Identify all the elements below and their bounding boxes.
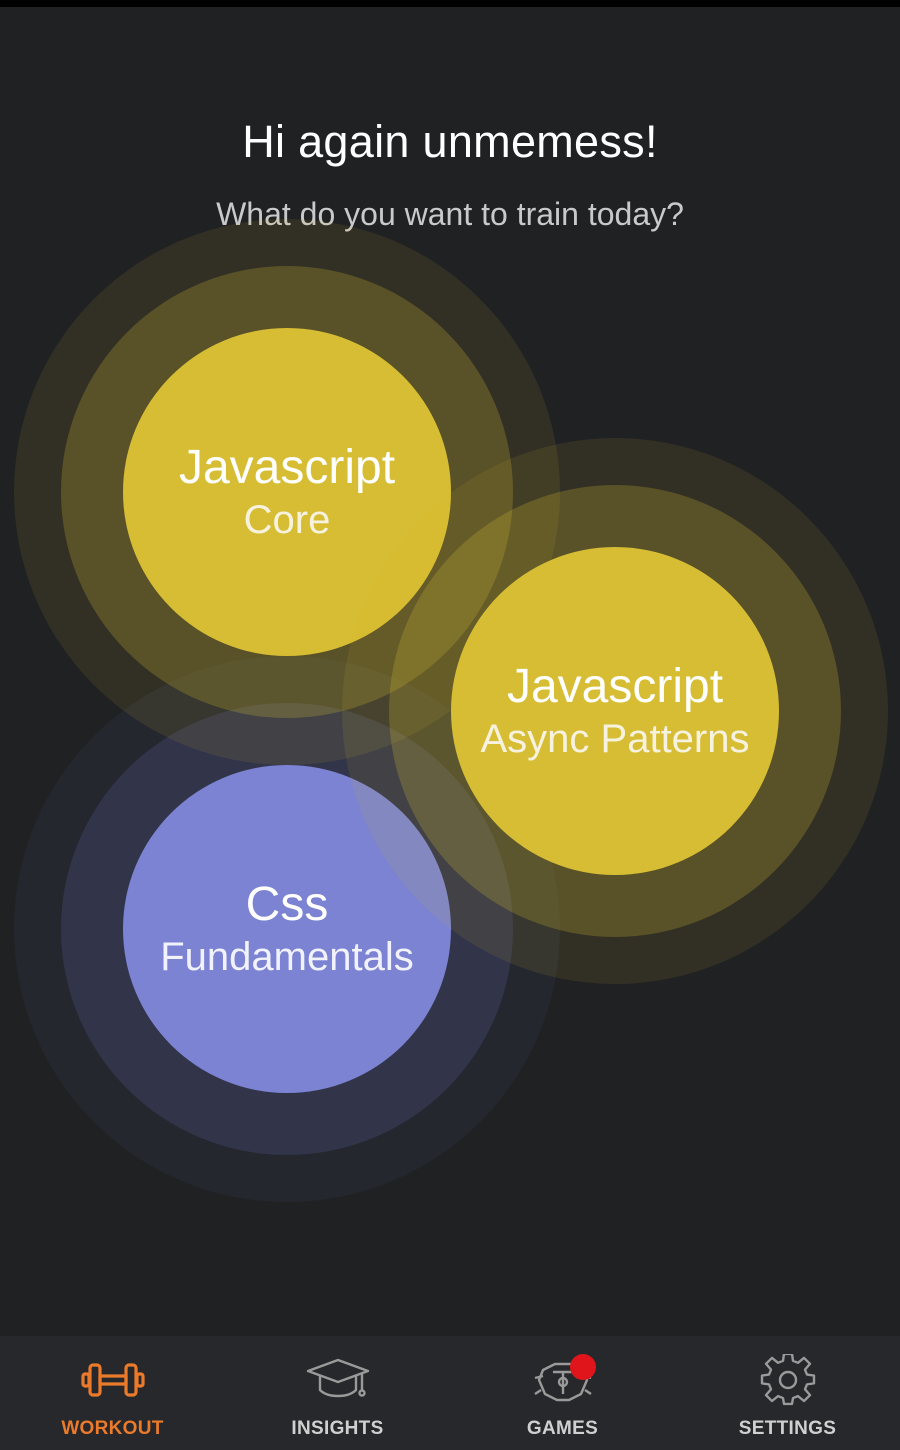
nav-item-workout[interactable]: WORKOUT bbox=[0, 1336, 225, 1450]
nav-label-workout: WORKOUT bbox=[61, 1418, 164, 1439]
nav-item-settings[interactable]: SETTINGS bbox=[675, 1336, 900, 1450]
topic-subtitle: Core bbox=[243, 497, 331, 542]
topic-subtitle: Async Patterns bbox=[480, 716, 750, 761]
bubble-core[interactable]: Javascript Async Patterns bbox=[451, 547, 779, 875]
home-screen: Hi again unmemess! What do you want to t… bbox=[0, 0, 900, 1450]
topic-title: Javascript bbox=[506, 660, 724, 714]
topic-bubble-javascript-async-patterns[interactable]: Javascript Async Patterns bbox=[342, 438, 888, 984]
nav-label-settings: SETTINGS bbox=[738, 1418, 837, 1439]
nav-item-insights[interactable]: INSIGHTS bbox=[225, 1336, 450, 1450]
bottom-navigation: WORKOUT INSIGHTS GAMES SETTINGS bbox=[0, 1336, 900, 1450]
games-notification-badge bbox=[570, 1354, 596, 1380]
status-bar-edge bbox=[0, 0, 900, 7]
graduation-cap-icon bbox=[306, 1358, 369, 1398]
dumbbell-icon bbox=[80, 1363, 145, 1397]
nav-label-insights: INSIGHTS bbox=[291, 1418, 384, 1439]
nav-label-games: GAMES bbox=[526, 1418, 599, 1439]
greeting-title: Hi again unmemess! bbox=[242, 116, 658, 167]
nav-item-games[interactable]: GAMES bbox=[450, 1336, 675, 1450]
gear-icon bbox=[760, 1354, 815, 1406]
topic-title: Css bbox=[245, 878, 329, 932]
